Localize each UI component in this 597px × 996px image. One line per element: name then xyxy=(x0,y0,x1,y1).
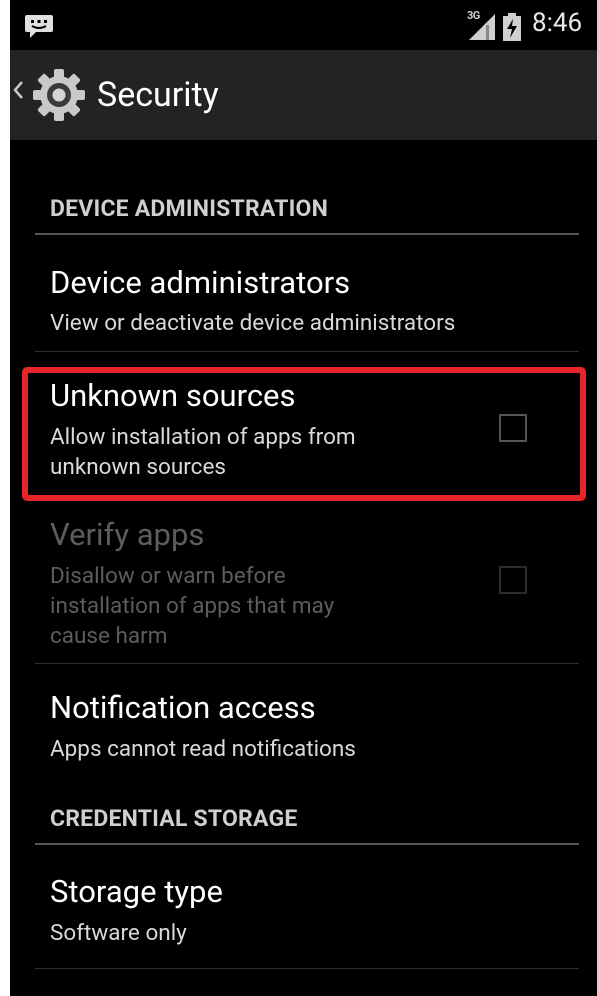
verify-apps-checkbox xyxy=(499,566,527,594)
item-summary: Disallow or warn before installation of … xyxy=(50,563,335,649)
item-summary: Apps cannot read notifications xyxy=(50,736,356,762)
section-divider xyxy=(35,843,579,845)
item-summary: Software only xyxy=(50,920,187,946)
settings-gear-icon xyxy=(30,66,88,128)
item-title: Storage type xyxy=(50,873,223,910)
list-item-storage-type[interactable]: Storage type Software only xyxy=(10,846,597,968)
list-item-verify-apps: Verify apps Disallow or warn before inst… xyxy=(10,508,597,663)
page-title: Security xyxy=(97,75,219,115)
item-title: Unknown sources xyxy=(50,377,296,414)
item-title: Verify apps xyxy=(50,516,205,553)
section-divider xyxy=(35,233,579,235)
section-header-device-administration: DEVICE ADMINISTRATION xyxy=(50,195,329,222)
row-divider xyxy=(35,968,579,969)
battery-charging-icon xyxy=(502,13,522,45)
item-title: Device administrators xyxy=(50,264,351,301)
section-header-credential-storage: CREDENTIAL STORAGE xyxy=(50,805,298,832)
item-title: Notification access xyxy=(50,689,316,726)
signal-icon xyxy=(467,12,497,44)
up-navigation-button[interactable] xyxy=(10,50,90,140)
list-item-device-administrators[interactable]: Device administrators View or deactivate… xyxy=(10,236,597,350)
item-summary: View or deactivate device administrators xyxy=(50,310,456,336)
back-chevron-icon xyxy=(12,80,24,104)
list-item-notification-access[interactable]: Notification access Apps cannot read not… xyxy=(10,664,597,778)
status-bar: 3G 8:46 xyxy=(10,0,597,50)
item-summary: Allow installation of apps from unknown … xyxy=(50,424,356,480)
unknown-sources-checkbox[interactable] xyxy=(499,414,527,442)
list-item-unknown-sources[interactable]: Unknown sources Allow installation of ap… xyxy=(10,352,597,507)
settings-screen: 3G 8:46 Security DEVICE ADMINISTRATION D… xyxy=(10,0,597,996)
notification-message-icon xyxy=(24,13,54,43)
status-time: 8:46 xyxy=(532,8,583,38)
action-bar: Security xyxy=(10,50,597,140)
